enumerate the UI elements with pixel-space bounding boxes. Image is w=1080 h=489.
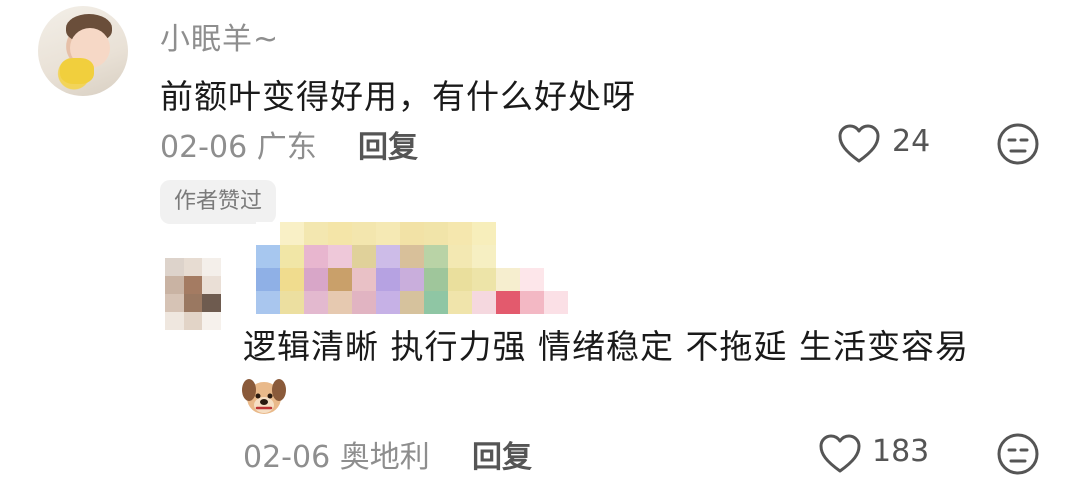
dislike-button[interactable] xyxy=(996,432,1040,476)
like-button[interactable] xyxy=(837,124,881,164)
comment-thread: { "comments": [ { "username": "小眠羊~", "c… xyxy=(0,0,1080,489)
avatar[interactable] xyxy=(38,6,128,96)
reply-button[interactable]: 回复 xyxy=(358,122,418,166)
like-count: 24 xyxy=(892,124,931,159)
comment-meta: 02-06 广东 xyxy=(160,130,317,165)
avatar-pixelated[interactable] xyxy=(165,258,221,330)
neutral-face-icon xyxy=(997,123,1039,165)
username-pixelated[interactable] xyxy=(256,222,568,314)
heart-outline-icon xyxy=(838,124,880,163)
reply-button[interactable]: 回复 xyxy=(472,432,532,476)
like-button[interactable] xyxy=(818,434,862,474)
comment-meta: 02-06 奥地利 xyxy=(243,440,430,475)
dog-face-emoji xyxy=(241,374,287,418)
author-liked-badge: 作者赞过 xyxy=(160,180,277,224)
comment-text: 逻辑清晰 执行力强 情绪稳定 不拖延 生活变容易 xyxy=(243,327,969,366)
neutral-face-icon xyxy=(997,433,1039,475)
avatar-toy xyxy=(60,58,94,84)
dislike-button[interactable] xyxy=(996,122,1040,166)
heart-outline-icon xyxy=(819,434,861,473)
like-count: 183 xyxy=(872,434,930,469)
comment-text: 前额叶变得好用，有什么好处呀 xyxy=(160,77,636,116)
username[interactable]: 小眠羊~ xyxy=(160,14,279,58)
